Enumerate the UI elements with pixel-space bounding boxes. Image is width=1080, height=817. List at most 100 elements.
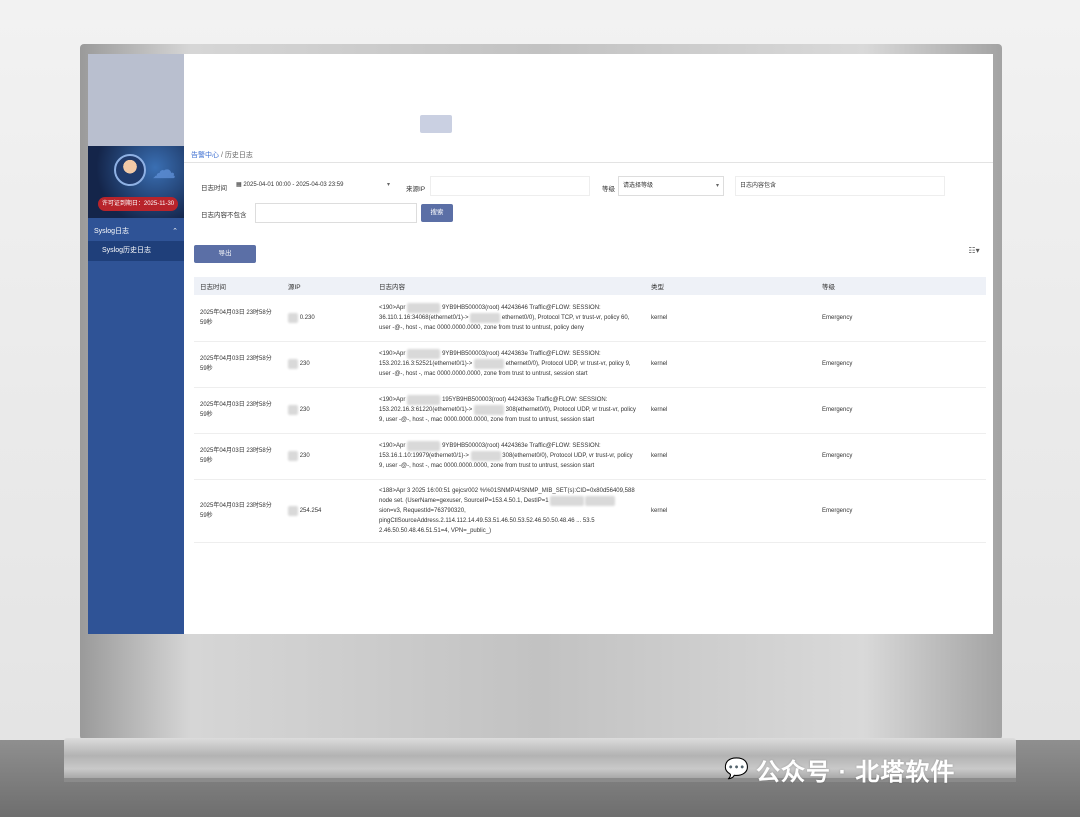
cell-content: <190>Apr 0000000000 9YB9HB500003(root) 4… — [373, 433, 645, 480]
table-header-row: 日志时间 源IP 日志内容 类型 等级 — [194, 277, 986, 295]
cell-content: <190>Apr 0000000000 9YB9HB500003(root) 4… — [373, 295, 645, 342]
redacted-block: 000 — [288, 359, 299, 369]
header-divider — [184, 162, 993, 163]
cell-content-prefix: <190>Apr — [379, 443, 406, 449]
column-header-source-ip[interactable]: 源IP — [282, 277, 373, 295]
cell-level: Emergency — [816, 479, 986, 543]
column-settings-icon[interactable]: ☷▾ — [963, 243, 985, 259]
wechat-icon: 💬 — [724, 758, 749, 780]
cell-type: kernel — [645, 433, 816, 480]
monitor-screen: ☁ 许可证到期日：2025-11-30 Syslog日志 ⌃ Syslog历史日… — [88, 54, 993, 634]
cell-source-ip: 000 230 — [282, 341, 373, 388]
avatar[interactable] — [114, 154, 146, 186]
sidebar-item-label: Syslog历史日志 — [102, 247, 152, 254]
redacted-block: 000 — [288, 451, 299, 461]
time-range-picker[interactable]: ▦ 2025-04-01 00:00 - 2025-04-03 23:59 ▾ — [232, 176, 394, 196]
table-row[interactable]: 2025年04月03日 23时58分59秒 000 230 <190>Apr 000… — [194, 433, 986, 480]
cell-content: <190>Apr 0000000000 9YB9HB500003(root) 4… — [373, 341, 645, 388]
cell-type: kernel — [645, 479, 816, 543]
chevron-down-icon: ▾ — [715, 183, 719, 189]
column-header-level[interactable]: 等级 — [816, 277, 986, 295]
cell-content-prefix: <190>Apr — [379, 351, 406, 357]
redacted-block: 0000000000 — [550, 495, 584, 506]
sidebar-item-syslog-history[interactable]: Syslog历史日志 — [88, 241, 184, 261]
redacted-block: 000 — [288, 405, 299, 415]
export-button[interactable]: 导出 — [194, 245, 256, 263]
level-select[interactable]: 请选择等级 ▾ — [618, 176, 724, 196]
cell-source-ip-value: 0.230 — [299, 314, 315, 321]
time-filter-label: 日志时间 — [201, 185, 227, 192]
sidebar-item-label: Syslog日志 — [94, 228, 130, 235]
cell-level: Emergency — [816, 341, 986, 388]
cell-source-ip-value: 230 — [299, 407, 310, 413]
redacted-block: 0000000000 — [407, 441, 441, 451]
log-table: 日志时间 源IP 日志内容 类型 等级 2025年04月03日 23时58分59… — [194, 277, 986, 543]
cell-type: kernel — [645, 387, 816, 434]
cell-source-ip-value: 230 — [299, 453, 310, 459]
search-button[interactable]: 搜索 — [421, 204, 453, 222]
breadcrumb-separator: / — [220, 152, 223, 159]
cell-content-prefix: <190>Apr — [379, 304, 406, 311]
cell-time: 2025年04月03日 23时58分59秒 — [194, 341, 282, 388]
breadcrumb-home[interactable]: 告警中心 — [191, 152, 219, 159]
reflection-search-button — [420, 115, 452, 133]
license-expiry-badge: 许可证到期日：2025-11-30 — [98, 197, 178, 211]
table-row[interactable]: 2025年04月03日 23时58分59秒 000 0.230 <190>Apr 0… — [194, 295, 986, 342]
screen-reflection — [88, 54, 993, 146]
redacted-block: 0000000000 — [407, 349, 441, 359]
cell-time: 2025年04月03日 23时58分59秒 — [194, 387, 282, 434]
wechat-watermark-caption: 公众号 · 北塔软件 — [756, 759, 956, 786]
source-ip-input[interactable] — [430, 176, 590, 196]
redacted-block: 000 — [288, 505, 299, 516]
redacted-block: 000000000 — [473, 359, 504, 369]
cell-source-ip-value: 230 — [299, 361, 310, 367]
content-include-input[interactable]: 日志内容包含 — [735, 176, 945, 196]
cell-source-ip: 000 230 — [282, 387, 373, 434]
time-range-value: 2025-04-01 00:00 - 2025-04-03 23:59 — [243, 182, 344, 188]
redacted-block: 000000000 — [585, 495, 616, 506]
column-header-time[interactable]: 日志时间 — [194, 277, 282, 295]
source-ip-label: 来源IP — [406, 186, 426, 193]
cell-type: kernel — [645, 295, 816, 342]
cell-content: <188>Apr 3 2025 16:00:51 gejcsr002 %%01S… — [373, 479, 645, 543]
level-select-value: 请选择等级 — [623, 183, 654, 189]
table-row[interactable]: 2025年04月03日 23时58分59秒 000 230 <190>Apr 000… — [194, 341, 986, 388]
redacted-block: 000 — [288, 312, 299, 323]
column-header-type[interactable]: 类型 — [645, 277, 816, 295]
cell-level: Emergency — [816, 295, 986, 342]
cell-time: 2025年04月03日 23时58分59秒 — [194, 295, 282, 342]
cell-time: 2025年04月03日 23时58分59秒 — [194, 479, 282, 543]
sidebar-header: ☁ 许可证到期日：2025-11-30 — [88, 146, 184, 218]
cell-content-suffix: sion=v3, RequestId=763790320, pingCtlSou… — [379, 507, 595, 534]
breadcrumb-current: 历史日志 — [224, 152, 253, 159]
cell-level: Emergency — [816, 387, 986, 434]
redacted-block: 000000000 — [470, 451, 501, 461]
content-exclude-input[interactable] — [255, 203, 417, 223]
content-exclude-label: 日志内容不包含 — [201, 212, 247, 219]
redacted-block: 000000000 — [470, 312, 501, 323]
cell-source-ip-value: 254.254 — [299, 507, 322, 514]
cell-source-ip: 000 254.254 — [282, 479, 373, 543]
redacted-block: 000000000 — [473, 405, 504, 415]
cell-level: Emergency — [816, 433, 986, 480]
cell-type: kernel — [645, 341, 816, 388]
column-header-content[interactable]: 日志内容 — [373, 277, 645, 295]
table-row[interactable]: 2025年04月03日 23时58分59秒 000 230 <190>Apr 000… — [194, 387, 986, 434]
chevron-up-icon: ⌃ — [172, 228, 178, 235]
redacted-block: 0000000000 — [407, 395, 441, 405]
cell-content: <190>Apr 0000000000 195YB9HB500003(root)… — [373, 387, 645, 434]
redacted-block: 0000000000 — [407, 302, 441, 313]
main-content: 告警中心 / 历史日志 日志时间 ▦ 2025-04-01 00:00 - 20… — [184, 146, 993, 634]
cell-source-ip: 000 230 — [282, 433, 373, 480]
chevron-down-icon: ▾ — [386, 182, 390, 188]
level-label: 等级 — [602, 186, 615, 193]
sidebar-item-syslog[interactable]: Syslog日志 ⌃ — [88, 223, 184, 241]
cell-content-prefix: <190>Apr — [379, 397, 406, 403]
cell-time: 2025年04月03日 23时58分59秒 — [194, 433, 282, 480]
cloud-upload-icon: ☁ — [152, 157, 176, 184]
sidebar: ☁ 许可证到期日：2025-11-30 Syslog日志 ⌃ Syslog历史日… — [88, 146, 184, 634]
table-row[interactable]: 2025年04月03日 23时58分59秒 000 254.254 <188>Apr… — [194, 479, 986, 543]
content-include-placeholder: 日志内容包含 — [740, 183, 777, 189]
reflection-sidebar — [88, 54, 184, 146]
cell-source-ip: 000 0.230 — [282, 295, 373, 342]
